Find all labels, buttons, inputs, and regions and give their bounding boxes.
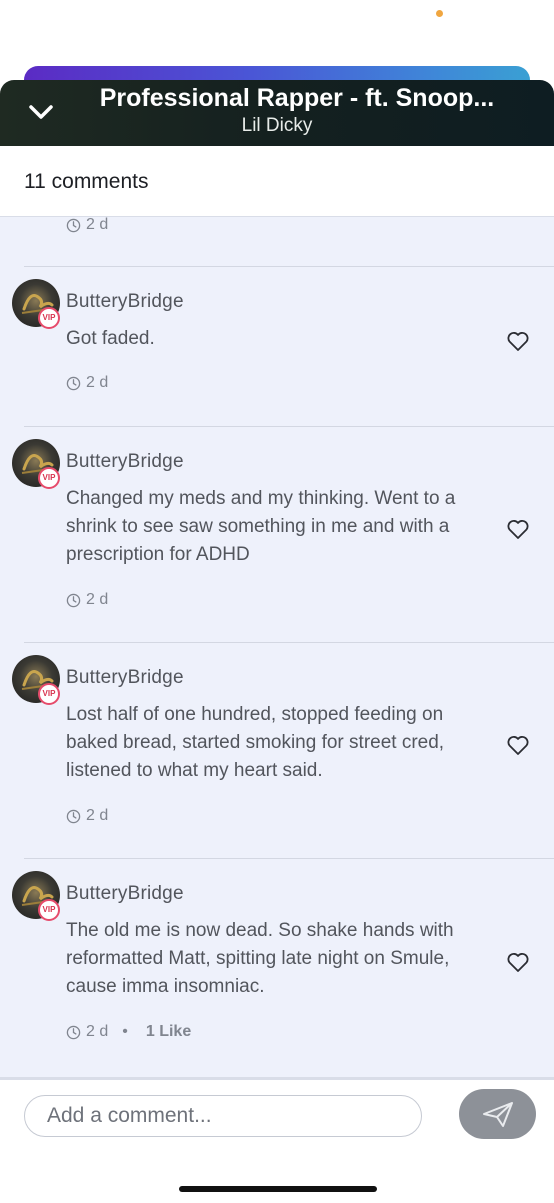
comment-meta: 2 d • 1 Like <box>66 1022 191 1042</box>
comment-meta: 2 d <box>66 373 108 393</box>
vip-badge: VIP <box>38 467 60 489</box>
clock-icon <box>66 593 81 607</box>
clock-icon <box>66 809 81 823</box>
avatar[interactable]: VIP <box>12 871 60 921</box>
comment-item: VIP ButteryBridge Got faded. 2 d <box>0 267 554 427</box>
send-button[interactable] <box>459 1089 536 1139</box>
comment-text: Got faded. <box>66 328 155 349</box>
partial-comment-time: 2 d <box>66 217 108 235</box>
comment-text: The old me is now dead. So shake hands w… <box>66 920 454 997</box>
heart-icon[interactable] <box>506 518 530 540</box>
artist-name: Lil Dicky <box>241 115 313 136</box>
comment-meta: 2 d <box>66 806 108 826</box>
comment-meta: 2 d <box>66 590 108 610</box>
comment-time: 2 d <box>86 807 109 824</box>
now-playing-bar[interactable]: Professional Rapper - ft. Snoop... Lil D… <box>0 80 554 146</box>
comment-item: VIP ButteryBridge The old me is now dead… <box>0 859 554 1074</box>
comment-text: Lost half of one hundred, stopped feedin… <box>66 704 445 781</box>
avatar[interactable]: VIP <box>12 655 60 705</box>
comment-input[interactable] <box>24 1095 422 1137</box>
home-indicator[interactable] <box>179 1186 377 1192</box>
clock-icon <box>66 376 81 390</box>
avatar[interactable]: VIP <box>12 439 60 489</box>
comment-item: VIP ButteryBridge Changed my meds and my… <box>0 427 554 642</box>
comment-username[interactable]: ButteryBridge <box>66 451 184 473</box>
like-count[interactable]: 1 Like <box>146 1023 191 1041</box>
comment-time: 2 d <box>86 1023 109 1040</box>
song-title: Professional Rapper - ft. Snoop... <box>99 84 495 112</box>
comment-text: Changed my meds and my thinking. Went to… <box>66 488 456 565</box>
status-indicator-dot <box>436 10 443 17</box>
meta-separator: • <box>122 1023 128 1040</box>
comment-username[interactable]: ButteryBridge <box>66 291 184 313</box>
vip-badge: VIP <box>38 899 60 921</box>
clock-icon <box>66 1025 81 1039</box>
comment-time: 2 d <box>86 217 109 233</box>
vip-badge: VIP <box>38 683 60 705</box>
comment-time: 2 d <box>86 591 109 608</box>
clock-icon <box>66 218 81 232</box>
comment-composer <box>0 1077 554 1203</box>
comments-header: 11 comments <box>0 146 554 217</box>
comment-time: 2 d <box>86 374 109 391</box>
comment-username[interactable]: ButteryBridge <box>66 883 184 905</box>
avatar[interactable]: VIP <box>12 279 60 329</box>
send-icon <box>482 1102 513 1127</box>
comments-list[interactable]: 2 d VIP ButteryBridge Got faded. 2 d VIP… <box>0 217 554 1077</box>
comment-item: VIP ButteryBridge Lost half of one hundr… <box>0 643 554 858</box>
heart-icon[interactable] <box>506 734 530 756</box>
heart-icon[interactable] <box>506 330 530 352</box>
comments-count: 11 comments <box>24 170 149 193</box>
heart-icon[interactable] <box>506 951 530 973</box>
comment-username[interactable]: ButteryBridge <box>66 667 184 689</box>
vip-badge: VIP <box>38 307 60 329</box>
